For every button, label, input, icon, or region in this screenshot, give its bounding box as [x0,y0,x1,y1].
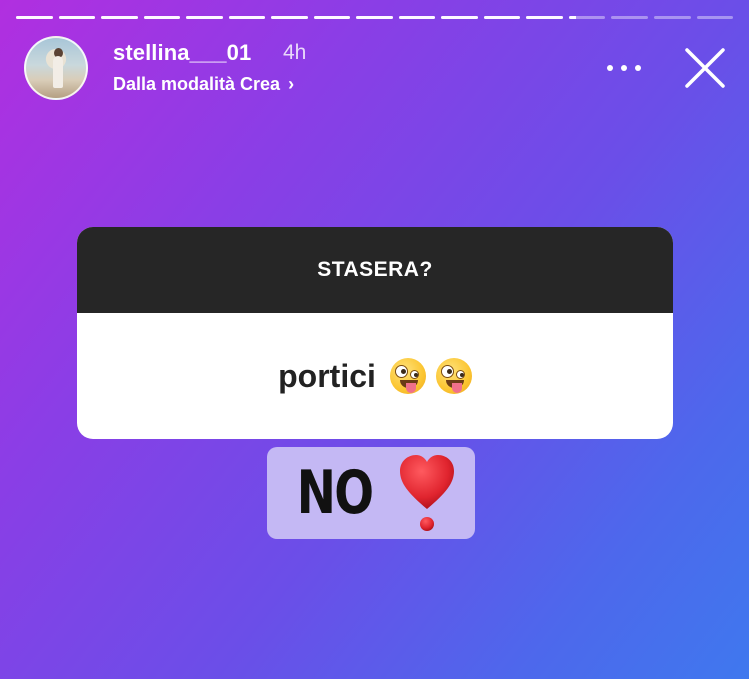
question-answer: portici [77,313,673,439]
progress-segment [313,16,351,19]
progress-segment [653,16,691,19]
avatar-figure-body [53,56,63,88]
create-mode-link[interactable]: Dalla modalità Crea › [113,74,294,95]
progress-segment [611,16,648,19]
progress-segment [483,16,521,19]
progress-segment [143,16,181,19]
post-time: 4h [283,41,307,64]
question-sticker[interactable]: STASERA? portici [77,227,673,439]
progress-segment [568,16,606,19]
chevron-right-icon: › [288,74,295,94]
progress-segment [186,16,223,19]
close-icon[interactable] [681,44,729,92]
subtitle-label: Dalla modalità Crea [113,74,281,94]
reply-text: NO [297,458,374,528]
story-header: stellina___01 4h Dalla modalità Crea › [24,36,729,100]
progress-segment [441,16,478,19]
avatar[interactable] [24,36,88,100]
story-progress-bar [16,16,734,19]
more-options-icon[interactable] [607,54,641,82]
reply-sticker[interactable]: NO [267,447,475,539]
question-text: STASERA? [77,227,673,313]
progress-segment [101,16,138,19]
progress-segment [526,16,563,19]
progress-segment [228,16,266,19]
progress-segment [58,16,96,19]
progress-segment [16,16,53,19]
answer-text: portici [278,357,376,394]
progress-segment [356,16,393,19]
heart-exclamation-icon [398,453,456,533]
username[interactable]: stellina___01 [113,40,251,66]
progress-segment [398,16,436,19]
progress-segment [271,16,308,19]
progress-segment [696,16,734,19]
zany-face-icon [389,358,426,394]
zany-face-icon [435,358,472,394]
